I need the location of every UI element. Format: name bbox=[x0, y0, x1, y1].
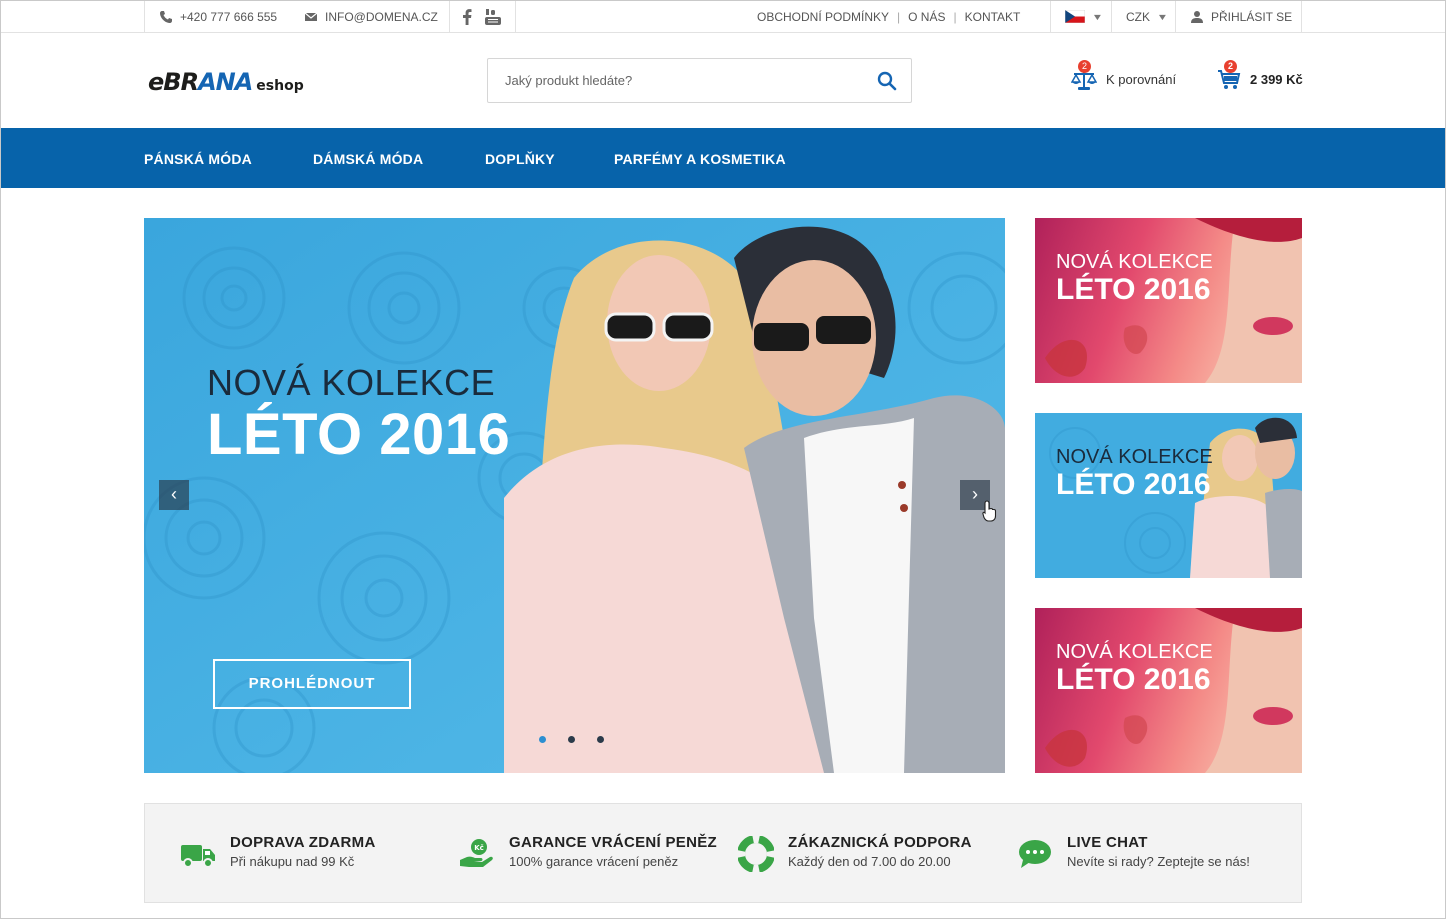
mouse-pointer-icon bbox=[982, 500, 997, 522]
pipe-separator: | bbox=[897, 9, 901, 24]
main-navigation: PÁNSKÁ MÓDA DÁMSKÁ MÓDA DOPLŇKY PARFÉMY … bbox=[1, 128, 1445, 188]
phone-number: +420 777 666 555 bbox=[180, 9, 278, 24]
language-select[interactable]: ▼ bbox=[1065, 1, 1104, 32]
slider-dot[interactable] bbox=[539, 736, 546, 743]
email-contact[interactable]: INFO@DOMENA.CZ bbox=[304, 1, 438, 32]
side-banner[interactable]: NOVÁ KOLEKCE LÉTO 2016 bbox=[1035, 218, 1302, 383]
divider bbox=[449, 1, 450, 32]
side-banner[interactable]: NOVÁ KOLEKCE LÉTO 2016 bbox=[1035, 413, 1302, 578]
feature-subtitle: Každý den od 7.00 do 20.00 bbox=[788, 854, 951, 869]
chevron-down-icon: ▼ bbox=[1156, 11, 1169, 22]
feature-customer-support: ZÁKAZNICKÁ PODPORA Každý den od 7.00 do … bbox=[738, 834, 972, 872]
chevron-down-icon: ▼ bbox=[1091, 11, 1104, 22]
divider bbox=[1301, 1, 1302, 32]
cart-link[interactable]: 2 2 399 Kč bbox=[1217, 60, 1303, 93]
banner-subtitle: NOVÁ KOLEKCE bbox=[1056, 251, 1213, 273]
slider-dot[interactable] bbox=[568, 736, 575, 743]
divider bbox=[1111, 1, 1112, 32]
about-link[interactable]: O NÁS bbox=[908, 10, 945, 24]
lifebuoy-icon bbox=[738, 836, 774, 872]
divider bbox=[144, 1, 145, 32]
top-links: OBCHODNÍ PODMÍNKY | O NÁS | KONTAKT bbox=[757, 1, 1020, 32]
site-logo[interactable]: eBRANA eshop bbox=[148, 68, 304, 96]
feature-title: ZÁKAZNICKÁ PODPORA bbox=[788, 834, 972, 851]
nav-item-perfumes-cosmetics[interactable]: PARFÉMY A KOSMETIKA bbox=[614, 128, 786, 188]
czech-flag-icon bbox=[1065, 10, 1085, 23]
feature-subtitle: Nevíte si rady? Zeptejte se nás! bbox=[1067, 854, 1250, 869]
cart-count-badge: 2 bbox=[1224, 60, 1237, 73]
nav-item-womens-fashion[interactable]: DÁMSKÁ MÓDA bbox=[313, 128, 423, 188]
email-address: INFO@DOMENA.CZ bbox=[325, 9, 438, 24]
cart-total: 2 399 Kč bbox=[1250, 71, 1303, 87]
divider bbox=[515, 1, 516, 32]
feature-title: DOPRAVA ZDARMA bbox=[230, 834, 376, 851]
compare-label: K porovnání bbox=[1106, 71, 1177, 87]
banner-title: LÉTO 2016 bbox=[1056, 663, 1211, 696]
cart-icon-wrap: 2 bbox=[1217, 60, 1241, 93]
pipe-separator: | bbox=[953, 9, 957, 24]
compare-count-badge: 2 bbox=[1078, 60, 1091, 73]
divider bbox=[1175, 1, 1176, 32]
feature-money-back: Kč GARANCE VRÁCENÍ PENĚZ 100% garance vr… bbox=[459, 834, 717, 872]
banner-subtitle: NOVÁ KOLEKCE bbox=[1056, 446, 1213, 468]
chevron-right-icon: › bbox=[972, 484, 978, 504]
facebook-icon bbox=[463, 8, 472, 25]
feature-title: LIVE CHAT bbox=[1067, 834, 1148, 851]
chat-icon bbox=[1019, 840, 1051, 868]
hero-subtitle: NOVÁ KOLEKCE bbox=[207, 362, 496, 403]
youtube-icon bbox=[485, 8, 501, 25]
feature-live-chat[interactable]: LIVE CHAT Nevíte si rady? Zeptejte se ná… bbox=[1017, 834, 1250, 872]
phone-icon bbox=[160, 10, 172, 23]
site-header: eBRANA eshop 2 K porovnání 2 2 399 Kč bbox=[1, 33, 1445, 128]
feature-subtitle: 100% garance vrácení peněz bbox=[509, 854, 679, 869]
search-box bbox=[487, 58, 912, 103]
youtube-link[interactable] bbox=[485, 1, 501, 32]
banner-title: LÉTO 2016 bbox=[1056, 273, 1211, 306]
browse-button[interactable]: PROHLÉDNOUT bbox=[213, 659, 411, 709]
compare-link[interactable]: 2 K porovnání bbox=[1070, 60, 1177, 93]
feature-free-shipping: DOPRAVA ZDARMA Při nákupu nad 99 Kč bbox=[180, 834, 376, 872]
logo-subtitle: eshop bbox=[256, 78, 304, 94]
hero-title: LÉTO 2016 bbox=[207, 402, 511, 467]
slider-prev-button[interactable]: ‹ bbox=[159, 480, 189, 510]
slider-dot[interactable] bbox=[597, 736, 604, 743]
login-button[interactable]: PŘIHLÁSIT SE bbox=[1190, 1, 1292, 32]
currency-select[interactable]: CZK ▼ bbox=[1126, 1, 1169, 32]
svg-text:Kč: Kč bbox=[474, 844, 484, 852]
money-hand-icon: Kč bbox=[460, 839, 493, 867]
page-frame: +420 777 666 555 INFO@DOMENA.CZ OBCHODNÍ… bbox=[0, 0, 1446, 919]
nav-item-mens-fashion[interactable]: PÁNSKÁ MÓDA bbox=[144, 128, 252, 188]
banner-title: LÉTO 2016 bbox=[1056, 468, 1211, 501]
hero-slider[interactable]: NOVÁ KOLEKCE LÉTO 2016 PROHLÉDNOUT ‹ › bbox=[144, 218, 1005, 773]
slider-pagination bbox=[539, 736, 604, 743]
currency-value: CZK bbox=[1126, 9, 1150, 24]
envelope-icon bbox=[304, 12, 318, 21]
divider bbox=[1050, 1, 1051, 32]
terms-link[interactable]: OBCHODNÍ PODMÍNKY bbox=[757, 10, 889, 24]
search-icon[interactable] bbox=[877, 71, 897, 91]
login-label: PŘIHLÁSIT SE bbox=[1211, 9, 1293, 24]
contact-link[interactable]: KONTAKT bbox=[965, 10, 1021, 24]
feature-subtitle: Při nákupu nad 99 Kč bbox=[230, 854, 355, 869]
phone-contact[interactable]: +420 777 666 555 bbox=[159, 1, 277, 32]
compare-icon-wrap: 2 bbox=[1070, 60, 1098, 93]
top-bar: +420 777 666 555 INFO@DOMENA.CZ OBCHODNÍ… bbox=[1, 1, 1445, 33]
features-bar: DOPRAVA ZDARMA Při nákupu nad 99 Kč Kč G… bbox=[144, 803, 1302, 903]
nav-item-accessories[interactable]: DOPLŇKY bbox=[485, 128, 555, 188]
side-banner[interactable]: NOVÁ KOLEKCE LÉTO 2016 bbox=[1035, 608, 1302, 773]
user-icon bbox=[1191, 10, 1203, 23]
search-input[interactable] bbox=[488, 59, 858, 102]
logo-wordmark: eBRANA bbox=[148, 68, 253, 96]
truck-icon bbox=[181, 845, 215, 868]
chevron-left-icon: ‹ bbox=[171, 484, 177, 504]
banner-subtitle: NOVÁ KOLEKCE bbox=[1056, 641, 1213, 663]
facebook-link[interactable] bbox=[462, 1, 472, 32]
feature-title: GARANCE VRÁCENÍ PENĚZ bbox=[509, 834, 717, 851]
